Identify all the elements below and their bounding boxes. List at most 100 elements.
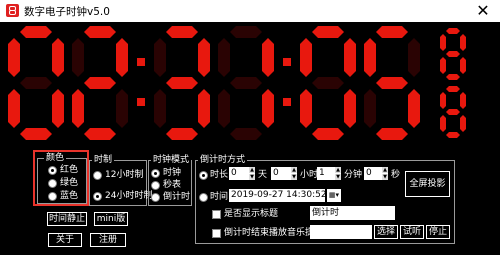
spin-down-icon[interactable]: ▼ bbox=[335, 174, 341, 180]
days-value: 0 bbox=[231, 168, 237, 178]
target-time-radio[interactable] bbox=[199, 193, 208, 202]
mode-stopwatch-radio[interactable] bbox=[151, 181, 160, 190]
mini-version-button[interactable]: mini版 bbox=[94, 212, 128, 226]
segment-f bbox=[440, 34, 446, 51]
music-path-input[interactable] bbox=[310, 225, 372, 239]
segment-c bbox=[262, 89, 274, 128]
segment-e bbox=[8, 89, 20, 128]
days-input[interactable]: 0 ▲ ▼ bbox=[229, 167, 255, 180]
spin-up-icon[interactable]: ▲ bbox=[249, 167, 255, 173]
segment-f bbox=[440, 92, 446, 109]
segment-c bbox=[52, 89, 64, 128]
hour-24-radio[interactable] bbox=[93, 192, 102, 201]
colon-1-dot-1 bbox=[137, 58, 145, 66]
segment-b bbox=[460, 34, 466, 51]
spin-down-icon[interactable]: ▼ bbox=[249, 174, 255, 180]
segment-b bbox=[116, 38, 128, 77]
spin-up-icon[interactable]: ▲ bbox=[291, 167, 297, 173]
stop-music-button[interactable]: 停止 bbox=[426, 225, 450, 239]
mode-countdown-radio[interactable] bbox=[151, 193, 160, 202]
segment-b bbox=[408, 38, 420, 77]
duration-label: 时长 bbox=[210, 170, 229, 180]
mode-clock-label: 时钟 bbox=[163, 168, 182, 178]
color-group-title: 颜色 bbox=[44, 153, 67, 164]
target-time-label: 时间 bbox=[210, 192, 229, 202]
segment-c bbox=[198, 89, 210, 128]
mode-clock-radio[interactable] bbox=[151, 169, 160, 178]
seconds-value: 0 bbox=[366, 168, 372, 178]
segment-g bbox=[230, 77, 262, 89]
segment-d bbox=[376, 128, 408, 140]
target-time-picker[interactable]: 2019-09-27 14:30:52 bbox=[229, 189, 325, 202]
segment-b bbox=[52, 38, 64, 77]
countdown-group-title: 倒计时方式 bbox=[198, 155, 248, 166]
close-button[interactable]: ✕ bbox=[472, 0, 494, 22]
segment-c bbox=[408, 89, 420, 128]
hours-value: 0 bbox=[273, 168, 279, 178]
minute-ones-digit bbox=[218, 26, 274, 140]
show-title-checkbox[interactable] bbox=[212, 210, 221, 219]
minutes-input[interactable]: 1 ▲ ▼ bbox=[317, 167, 341, 180]
try-music-button[interactable]: 试听 bbox=[400, 225, 424, 239]
spin-up-icon[interactable]: ▲ bbox=[335, 167, 341, 173]
register-button[interactable]: 注册 bbox=[90, 233, 126, 247]
show-title-label: 是否显示标题 bbox=[224, 209, 279, 219]
spin-down-icon[interactable]: ▼ bbox=[291, 174, 297, 180]
second-tens-digit bbox=[300, 26, 356, 140]
segment-e bbox=[154, 89, 166, 128]
segment-b bbox=[460, 92, 466, 109]
choose-music-button[interactable]: 选择 bbox=[374, 225, 398, 239]
color-blue-label: 蓝色 bbox=[60, 191, 79, 201]
segment-d bbox=[446, 132, 460, 138]
segment-d bbox=[312, 128, 344, 140]
spin-down-icon[interactable]: ▼ bbox=[382, 174, 388, 180]
segment-g bbox=[84, 77, 116, 89]
hour-24-label: 24小时时制 bbox=[105, 191, 153, 201]
segment-e bbox=[300, 89, 312, 128]
color-green-radio[interactable] bbox=[48, 179, 57, 188]
color-blue-radio[interactable] bbox=[48, 192, 57, 201]
target-time-value: 2019-09-27 14:30:52 bbox=[231, 190, 325, 200]
segment-d bbox=[20, 128, 52, 140]
color-green-label: 绿色 bbox=[60, 178, 79, 188]
segment-b bbox=[344, 38, 356, 77]
segment-e bbox=[72, 89, 84, 128]
segment-e bbox=[440, 57, 446, 74]
pause-time-button[interactable]: 时间静止 bbox=[47, 212, 87, 226]
segment-f bbox=[72, 38, 84, 77]
days-unit: 天 bbox=[258, 170, 268, 180]
play-music-label: 倒计时结束播放音乐提醒 bbox=[224, 228, 324, 238]
segment-a bbox=[312, 26, 344, 38]
second-ones-digit bbox=[364, 26, 420, 140]
segment-c bbox=[116, 89, 128, 128]
duration-radio[interactable] bbox=[199, 171, 208, 180]
segment-d bbox=[446, 74, 460, 80]
title-value: 倒计时 bbox=[312, 208, 340, 218]
segment-c bbox=[460, 57, 466, 74]
play-music-checkbox[interactable] bbox=[212, 229, 221, 238]
hours-input[interactable]: 0 ▲ ▼ bbox=[271, 167, 297, 180]
segment-c bbox=[460, 115, 466, 132]
title-bar: 数字电子时钟v5.0 ✕ bbox=[0, 0, 500, 22]
title-input[interactable]: 倒计时 bbox=[310, 206, 395, 220]
segment-g bbox=[20, 77, 52, 89]
fullscreen-button[interactable]: 全屏投影 bbox=[405, 171, 450, 197]
seconds-input[interactable]: 0 ▲ ▼ bbox=[364, 167, 388, 180]
segment-e bbox=[364, 89, 376, 128]
segment-f bbox=[8, 38, 20, 77]
hour-tens-digit bbox=[8, 26, 64, 140]
mode-group-title: 时钟模式 bbox=[151, 155, 192, 166]
segment-a bbox=[166, 26, 198, 38]
color-red-radio[interactable] bbox=[48, 166, 57, 175]
hour-12-radio[interactable] bbox=[93, 171, 102, 180]
segment-a bbox=[84, 26, 116, 38]
spin-up-icon[interactable]: ▲ bbox=[382, 167, 388, 173]
mode-countdown-label: 倒计时 bbox=[163, 192, 191, 202]
segment-f bbox=[218, 38, 230, 77]
hour-12-label: 12小时制 bbox=[105, 170, 144, 180]
about-button[interactable]: 关于 bbox=[48, 233, 82, 247]
minutes-unit: 分钟 bbox=[344, 170, 363, 180]
hour-ones-digit bbox=[72, 26, 128, 140]
calendar-dropdown-icon[interactable]: ▦▾ bbox=[327, 189, 341, 202]
side-digit-bottom bbox=[440, 86, 466, 138]
